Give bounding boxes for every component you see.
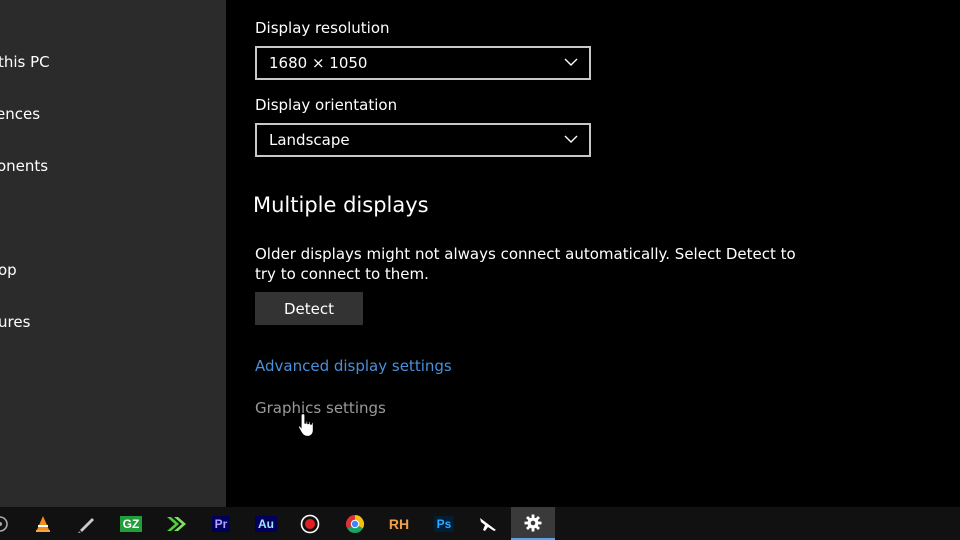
display-orientation-dropdown[interactable]: Landscape [255,123,591,157]
sidebar-item-project-to-this-pc[interactable]: this PC [0,53,50,71]
display-resolution-dropdown[interactable]: 1680 × 1050 [255,46,591,80]
sidebar: this PC ences onents op ures [0,0,226,507]
sidebar-item-remote-desktop[interactable]: op [0,261,17,279]
audition-icon[interactable]: Au [244,507,288,540]
pen-tool-icon[interactable] [65,507,109,540]
chevron-down-icon [564,58,578,66]
multiple-displays-heading: Multiple displays [253,193,429,217]
media-player-icon[interactable] [0,507,22,540]
record-icon[interactable] [288,507,332,540]
display-resolution-value: 1680 × 1050 [269,54,368,72]
screen: this PC ences onents op ures Display res… [0,0,960,540]
display-orientation-label: Display orientation [255,96,398,114]
vlc-icon[interactable] [21,507,65,540]
rh-icon[interactable]: RH [377,507,421,540]
graphics-settings-link[interactable]: Graphics settings [255,399,386,417]
sidebar-item-system-components[interactable]: onents [0,157,48,175]
chrome-icon[interactable] [333,507,377,540]
sidebar-item-optional-features[interactable]: ures [0,313,30,331]
premiere-pro-icon[interactable]: Pr [199,507,243,540]
airplane-icon[interactable] [466,507,510,540]
sidebar-item-shared-experiences[interactable]: ences [0,105,40,123]
fast-forward-icon[interactable] [154,507,198,540]
detect-button[interactable]: Detect [255,292,363,325]
display-resolution-label: Display resolution [255,19,390,37]
photoshop-icon[interactable]: Ps [422,507,466,540]
advanced-display-settings-link[interactable]: Advanced display settings [255,357,452,375]
multiple-displays-description: Older displays might not always connect … [255,245,796,283]
display-settings-panel: Display resolution 1680 × 1050 Display o… [226,0,960,507]
taskbar: GZ Pr Au RH Ps [0,507,960,540]
hand-cursor-icon [297,412,314,438]
settings-gear-icon[interactable] [511,507,555,540]
display-orientation-value: Landscape [269,131,350,149]
gpu-z-icon[interactable]: GZ [109,507,153,540]
chevron-down-icon [564,135,578,143]
